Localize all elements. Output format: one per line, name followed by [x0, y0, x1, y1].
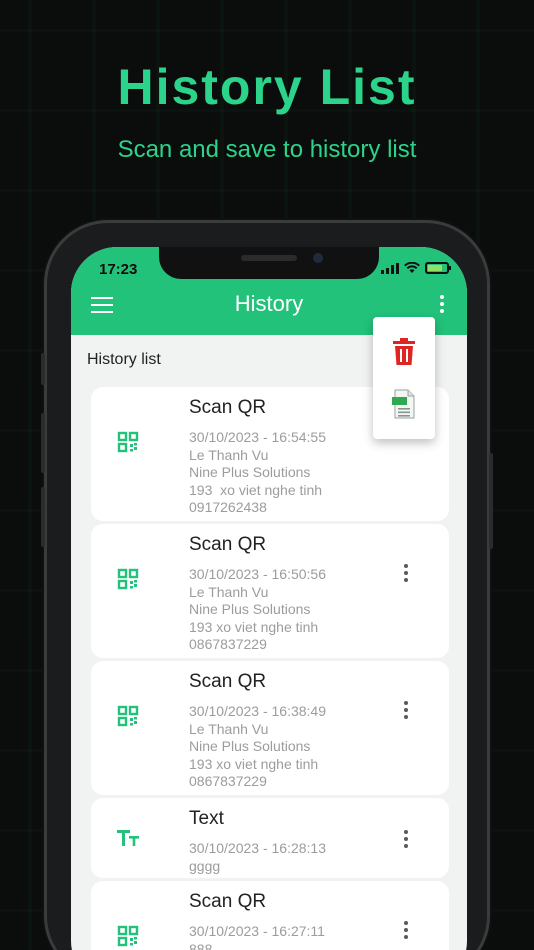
item-line: Le Thanh Vu — [189, 446, 269, 463]
qr-code-icon — [117, 431, 141, 455]
history-item[interactable]: Text 30/10/2023 - 16:28:13 gggg — [91, 798, 449, 878]
mute-switch — [41, 353, 45, 385]
wifi-icon — [404, 262, 420, 273]
list-heading: History list — [87, 351, 161, 368]
front-camera — [313, 253, 323, 263]
app-title: History — [234, 291, 304, 316]
trash-icon — [393, 338, 415, 365]
export-csv-button[interactable] — [391, 389, 417, 419]
item-details: 30/10/2023 - 16:54:55 Le Thanh Vu Nine P… — [189, 429, 326, 517]
promo-subheadline: Scan and save to history list — [117, 136, 417, 163]
item-more-icon[interactable] — [403, 921, 409, 941]
item-line: 193 xo viet nghe tinh — [189, 481, 323, 498]
item-line: 888 — [189, 940, 213, 950]
text-type-icon — [117, 828, 141, 852]
qr-code-icon — [117, 568, 141, 592]
volume-down-button — [41, 487, 45, 547]
item-title: Scan QR — [189, 534, 267, 555]
status-icons — [381, 262, 451, 274]
item-more-icon[interactable] — [403, 564, 409, 584]
item-line: Le Thanh Vu — [189, 583, 269, 600]
item-line: Nine Plus Solutions — [189, 738, 311, 754]
item-details: 30/10/2023 - 16:27:11 888 — [189, 923, 325, 950]
item-title: Scan QR — [189, 397, 267, 418]
phone-screen: 17:23 History History list Scan QR 30/10… — [71, 247, 467, 950]
item-line: 0867837229 — [189, 636, 267, 652]
qr-code-icon — [117, 705, 141, 729]
phone-frame: 17:23 History History list Scan QR 30/10… — [41, 220, 493, 950]
item-more-icon[interactable] — [403, 830, 409, 850]
qr-code-icon — [117, 925, 141, 949]
item-line: Le Thanh Vu — [189, 720, 269, 737]
item-line: Nine Plus Solutions — [189, 601, 311, 617]
item-title: Scan QR — [189, 891, 267, 912]
item-date: 30/10/2023 - 16:54:55 — [189, 429, 327, 445]
item-date: 30/10/2023 - 16:27:11 — [189, 923, 325, 939]
item-more-icon[interactable] — [403, 701, 409, 721]
item-line: gggg — [189, 857, 221, 874]
item-details: 30/10/2023 - 16:28:13 gggg — [189, 840, 326, 875]
more-vertical-icon[interactable] — [439, 295, 445, 317]
volume-up-button — [41, 413, 45, 473]
history-item[interactable]: Scan QR 30/10/2023 - 16:27:11 888 — [91, 881, 449, 950]
item-line: 193 xo viet nghe tinh — [189, 618, 319, 635]
history-item[interactable]: Scan QR 30/10/2023 - 16:38:49 Le Thanh V… — [91, 661, 449, 795]
item-date: 30/10/2023 - 16:28:13 — [189, 840, 327, 856]
item-details: 30/10/2023 - 16:50:56 Le Thanh Vu Nine P… — [189, 566, 326, 654]
signal-icon — [381, 263, 399, 274]
history-item[interactable]: Scan QR 30/10/2023 - 16:50:56 Le Thanh V… — [91, 524, 449, 658]
power-button — [489, 453, 493, 549]
promo-headline: History List — [117, 59, 417, 115]
item-line: 193 xo viet nghe tinh — [189, 755, 319, 772]
item-line: Nine Plus Solutions — [189, 464, 311, 480]
item-date: 30/10/2023 - 16:38:49 — [189, 703, 327, 719]
status-time: 17:23 — [99, 261, 138, 278]
battery-icon — [425, 262, 451, 274]
options-popup-menu — [373, 317, 435, 439]
item-details: 30/10/2023 - 16:38:49 Le Thanh Vu Nine P… — [189, 703, 326, 791]
item-line: 0867837229 — [189, 773, 267, 789]
delete-all-button[interactable] — [391, 337, 417, 367]
notch — [159, 247, 379, 279]
item-title: Scan QR — [189, 671, 267, 692]
item-date: 30/10/2023 - 16:50:56 — [189, 566, 327, 582]
item-title: Text — [189, 808, 224, 829]
item-line: 0917262438 — [189, 499, 267, 515]
csv-file-icon — [392, 389, 415, 419]
